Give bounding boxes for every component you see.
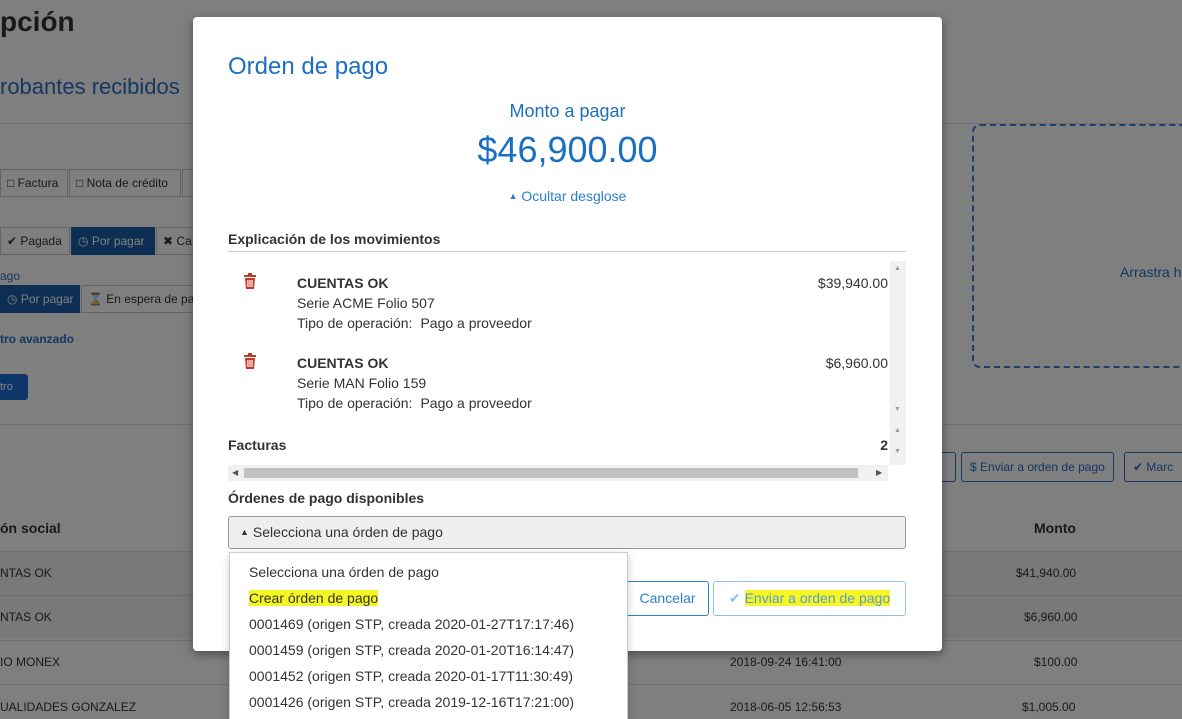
movement-amount: $39,940.00	[817, 275, 888, 291]
trash-icon[interactable]	[243, 353, 257, 369]
scroll-right-icon[interactable]: ▶	[876, 468, 882, 477]
divider	[228, 251, 906, 252]
movements-list[interactable]: CUENTAS OK Serie ACME Folio 507 Tipo de …	[228, 261, 906, 483]
horizontal-scrollbar[interactable]: ◀ ▶	[228, 465, 888, 481]
dropdown-option[interactable]: 0001452 (origen STP, creada 2020-01-17T1…	[249, 668, 573, 684]
scroll-up-icon[interactable]: ▲	[894, 265, 901, 272]
caret-up-icon: ▲	[240, 527, 249, 537]
trash-icon[interactable]	[243, 273, 257, 289]
invoices-summary: Facturas 2	[228, 437, 888, 453]
scroll-down-icon[interactable]: ▼	[894, 406, 901, 413]
invoices-count: 2	[880, 437, 888, 453]
payment-order-dropdown: Selecciona una órden de pago Crear órden…	[229, 552, 628, 719]
toggle-breakdown-label: Ocultar desglose	[521, 188, 627, 204]
dropdown-option[interactable]: 0001426 (origen STP, creada 2019-12-16T1…	[249, 694, 574, 710]
scrollbar-thumb[interactable]	[244, 468, 858, 478]
movement-operation: Tipo de operación: Pago a proveedor	[297, 315, 532, 331]
check-icon: ✔	[728, 590, 741, 606]
movement-item: CUENTAS OK Serie ACME Folio 507 Tipo de …	[228, 273, 888, 343]
movement-amount: $6,960.00	[825, 355, 888, 371]
dropdown-option[interactable]: Selecciona una órden de pago	[249, 564, 439, 580]
scroll-up-icon[interactable]: ▲	[894, 427, 901, 434]
cancel-button[interactable]: Cancelar	[626, 581, 709, 616]
dropdown-option-create[interactable]: Crear órden de pago	[249, 590, 379, 606]
dropdown-option[interactable]: 0001459 (origen STP, creada 2020-01-20T1…	[249, 642, 574, 658]
caret-up-icon: ▲	[508, 191, 518, 201]
send-to-payment-order-button[interactable]: ✔ Enviar a orden de pago	[713, 581, 906, 616]
dropdown-option[interactable]: 0001469 (origen STP, creada 2020-01-27T1…	[249, 616, 574, 632]
amount-label: Monto a pagar	[509, 101, 626, 121]
movement-folio: Serie ACME Folio 507	[297, 295, 435, 311]
operation-value: Pago a proveedor	[420, 315, 532, 331]
send-to-payment-order-label: Enviar a orden de pago	[744, 590, 891, 606]
scroll-down-icon[interactable]: ▼	[894, 448, 901, 455]
payment-order-select-value: Selecciona una órden de pago	[252, 524, 443, 540]
invoices-label: Facturas	[228, 437, 287, 453]
movement-name: CUENTAS OK	[297, 275, 389, 291]
payment-order-select[interactable]: ▲ Selecciona una órden de pago	[228, 516, 906, 549]
movement-item: CUENTAS OK Serie MAN Folio 159 Tipo de o…	[228, 353, 888, 423]
movement-operation: Tipo de operación: Pago a proveedor	[297, 395, 532, 411]
operation-value: Pago a proveedor	[420, 395, 532, 411]
vertical-scrollbar[interactable]: ▲ ▼ ▲ ▼	[890, 261, 906, 465]
movement-folio: Serie MAN Folio 159	[297, 375, 427, 391]
amount-value: $46,900.00	[477, 129, 658, 170]
movements-heading: Explicación de los movimientos	[228, 231, 441, 247]
modal-title: Orden de pago	[228, 53, 389, 80]
toggle-breakdown-link[interactable]: ▲ Ocultar desglose	[193, 188, 942, 204]
movement-name: CUENTAS OK	[297, 355, 389, 371]
operation-label: Tipo de operación:	[297, 315, 413, 331]
scroll-left-icon[interactable]: ◀	[232, 468, 238, 477]
operation-label: Tipo de operación:	[297, 395, 413, 411]
orders-heading: Órdenes de pago disponibles	[228, 490, 425, 506]
